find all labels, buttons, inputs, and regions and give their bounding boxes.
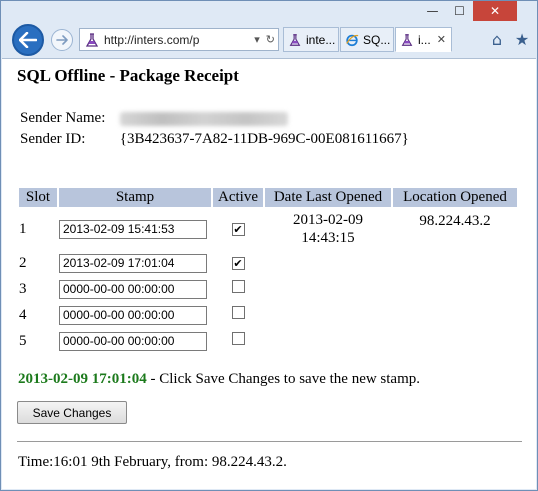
- date-last-opened: [265, 251, 391, 275]
- location-opened: [393, 277, 517, 301]
- back-arrow-icon: [19, 32, 37, 48]
- date-last-opened-date: 2013-02-09: [293, 212, 363, 228]
- date-last-opened: [265, 303, 391, 327]
- ie-icon: [346, 34, 359, 46]
- flask-icon: [85, 32, 99, 47]
- active-checkbox[interactable]: [231, 306, 245, 319]
- slot-number: 2: [19, 254, 27, 271]
- home-icon[interactable]: ⌂: [487, 29, 507, 49]
- location-opened: [393, 303, 517, 327]
- tab-label: i...: [418, 32, 431, 47]
- table-row: 3 0000-00-00 00:00:00: [19, 277, 517, 301]
- column-header: Location Opened: [393, 188, 517, 207]
- slots-table: Slot Stamp Active Date Last Opened Locat…: [17, 186, 519, 355]
- page-title: SQL Offline - Package Receipt: [17, 66, 239, 85]
- footer-timestamp: Time:16:01 9th February, from: 98.224.43…: [18, 454, 287, 470]
- column-header: Stamp: [59, 188, 211, 207]
- sender-name-label: Sender Name:: [20, 110, 106, 126]
- browser-tab-active[interactable]: i... ✕: [395, 27, 452, 52]
- slot-number: 1: [19, 220, 27, 237]
- sender-id-label: Sender ID:: [20, 131, 86, 147]
- table-row: 1 2013-02-09 15:41:53 ✔ 2013-02-09 14:43…: [19, 209, 517, 249]
- tab-label: SQ...: [363, 32, 391, 47]
- column-header: Date Last Opened: [265, 188, 391, 207]
- navigation-bar: http://inters.com/p ▾ ↻ inte... SQ... i.…: [1, 23, 537, 57]
- location-opened: [393, 329, 517, 353]
- forward-arrow-icon: [56, 35, 68, 45]
- status-message-text: - Click Save Changes to save the new sta…: [146, 371, 421, 387]
- favorites-star-icon[interactable]: ★: [512, 29, 532, 49]
- stamp-input[interactable]: 0000-00-00 00:00:00: [59, 331, 207, 351]
- column-header: Active: [213, 188, 263, 207]
- flask-icon: [401, 33, 413, 46]
- browser-tab[interactable]: SQ...: [340, 27, 394, 52]
- date-last-opened: [265, 329, 391, 353]
- browser-window: — ☐ ✕ http://inters.com/p ▾ ↻ inte... SQ…: [0, 0, 538, 491]
- url-text[interactable]: http://inters.com/p: [104, 33, 251, 47]
- status-message: 2013-02-09 17:01:04 - Click Save Changes…: [18, 371, 420, 388]
- new-stamp-value: 2013-02-09 17:01:04: [18, 371, 147, 387]
- stamp-input[interactable]: 2013-02-09 17:01:04: [59, 253, 207, 273]
- window-controls: — ☐ ✕: [419, 1, 517, 21]
- divider: [17, 441, 522, 442]
- column-header: Slot: [19, 188, 57, 207]
- stamp-input[interactable]: 0000-00-00 00:00:00: [59, 305, 207, 325]
- address-dropdown-icon[interactable]: ▾: [251, 33, 263, 46]
- active-checkbox[interactable]: [231, 332, 245, 345]
- stamp-input[interactable]: 0000-00-00 00:00:00: [59, 279, 207, 299]
- sender-name-value-redacted: [119, 111, 288, 126]
- sender-id-value: {3B423637-7A82-11DB-969C-00E081611667}: [119, 131, 409, 147]
- browser-tab[interactable]: inte...: [283, 27, 339, 52]
- sender-id-row: Sender ID: {3B423637-7A82-11DB-969C-00E0…: [20, 131, 409, 148]
- location-opened: [393, 251, 517, 275]
- refresh-icon[interactable]: ↻: [263, 33, 278, 46]
- location-opened: 98.224.43.2: [419, 213, 491, 229]
- date-last-opened-time: 14:43:15: [301, 230, 355, 246]
- forward-button[interactable]: [51, 29, 73, 51]
- table-header-row: Slot Stamp Active Date Last Opened Locat…: [19, 188, 517, 207]
- tab-label: inte...: [306, 32, 336, 47]
- slot-number: 3: [19, 280, 27, 297]
- slot-number: 5: [19, 332, 27, 349]
- close-tab-icon[interactable]: ✕: [437, 33, 446, 46]
- table-row: 5 0000-00-00 00:00:00: [19, 329, 517, 353]
- date-last-opened: 2013-02-09 14:43:15: [265, 209, 391, 249]
- maximize-button[interactable]: ☐: [446, 1, 473, 21]
- date-last-opened: [265, 277, 391, 301]
- table-row: 2 2013-02-09 17:01:04 ✔: [19, 251, 517, 275]
- back-button[interactable]: [12, 24, 44, 56]
- active-checkbox[interactable]: ✔: [231, 222, 245, 236]
- flask-icon: [289, 33, 301, 46]
- save-changes-button[interactable]: Save Changes: [17, 401, 127, 424]
- page-content: SQL Offline - Package Receipt Sender Nam…: [2, 58, 536, 489]
- minimize-button[interactable]: —: [419, 1, 446, 21]
- sender-name-row: Sender Name:: [20, 110, 288, 127]
- active-checkbox[interactable]: ✔: [231, 256, 245, 270]
- table-row: 4 0000-00-00 00:00:00: [19, 303, 517, 327]
- close-window-button[interactable]: ✕: [473, 1, 517, 21]
- active-checkbox[interactable]: [231, 280, 245, 293]
- address-bar[interactable]: http://inters.com/p ▾ ↻: [79, 28, 279, 51]
- slot-number: 4: [19, 306, 27, 323]
- stamp-input[interactable]: 2013-02-09 15:41:53: [59, 219, 207, 239]
